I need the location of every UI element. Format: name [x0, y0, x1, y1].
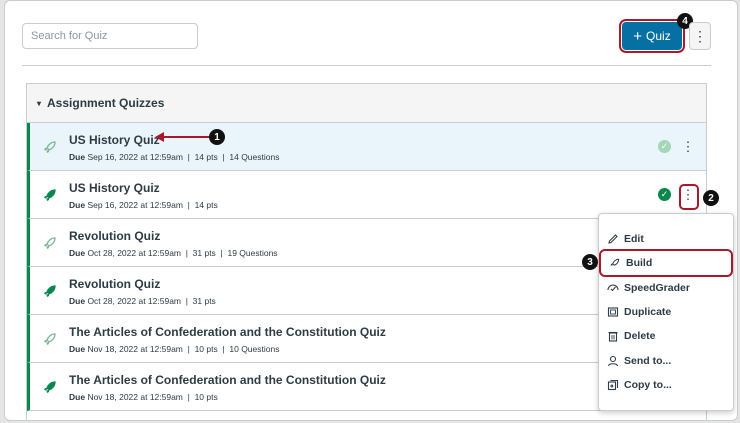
published-icon[interactable]: ✓	[658, 188, 671, 201]
menu-item-edit[interactable]: Edit	[599, 227, 733, 251]
menu-item-label: Send to...	[624, 354, 672, 367]
quiz-title[interactable]: The Articles of Confederation and the Co…	[69, 373, 386, 387]
callout-2: 2	[703, 190, 719, 206]
kebab-icon: ⋮	[693, 27, 707, 44]
rocket-icon	[609, 257, 621, 269]
quiz-meta: Due Nov 18, 2022 at 12:59am | 10 pts	[69, 392, 218, 402]
divider	[22, 65, 711, 66]
quiz-row[interactable]: US History Quiz Due Sep 16, 2022 at 12:5…	[27, 171, 706, 219]
quiz-meta: Due Sep 16, 2022 at 12:59am | 14 pts | 1…	[69, 152, 280, 162]
quiz-options-menu: Edit Build SpeedGrader Duplicate Delete Send …	[598, 213, 734, 411]
menu-item-label: Duplicate	[624, 305, 672, 318]
quiz-meta: Due Sep 16, 2022 at 12:59am | 14 pts	[69, 200, 218, 210]
unpublished-icon[interactable]: ✓	[658, 140, 671, 153]
menu-item-duplicate[interactable]: Duplicate	[599, 300, 733, 324]
speedgrader-icon	[607, 282, 619, 294]
rocket-icon	[44, 237, 56, 249]
add-quiz-button[interactable]: + Quiz	[619, 19, 685, 53]
quiz-title[interactable]: US History Quiz	[69, 181, 160, 195]
menu-item-label: SpeedGrader	[624, 281, 690, 294]
plus-icon: +	[633, 27, 643, 45]
menu-item-speedgrader[interactable]: SpeedGrader	[599, 276, 733, 300]
menu-item-label: Build	[626, 257, 653, 270]
callout-arrow	[155, 132, 211, 142]
rocket-icon	[44, 285, 56, 297]
rocket-icon	[44, 381, 56, 393]
caret-down-icon: ▾	[37, 98, 42, 108]
callout-1: 1	[209, 129, 225, 145]
quiz-meta: Due Oct 28, 2022 at 12:59am | 31 pts | 1…	[69, 248, 278, 258]
trash-icon	[607, 330, 619, 342]
group-title: Assignment Quizzes	[47, 96, 165, 110]
duplicate-icon	[607, 306, 619, 318]
menu-item-build[interactable]: Build	[599, 249, 733, 278]
group-header[interactable]: ▾ Assignment Quizzes	[27, 84, 706, 123]
quiz-row[interactable]: US History Quiz Due Sep 16, 2022 at 12:5…	[27, 123, 706, 171]
callout-3: 3	[582, 254, 598, 270]
menu-item-copy-to[interactable]: Copy to...	[599, 373, 733, 397]
search-quiz-input[interactable]	[22, 23, 198, 49]
menu-item-send-to[interactable]: Send to...	[599, 349, 733, 373]
menu-item-label: Edit	[624, 233, 644, 245]
quiz-title[interactable]: Revolution Quiz	[69, 277, 160, 291]
row-options-highlight[interactable]	[679, 184, 699, 210]
copy-icon	[607, 379, 619, 391]
quizzes-page: + Quiz 4 ⋮ ▾ Assignment Quizzes US Histo…	[4, 0, 738, 421]
pencil-icon	[607, 233, 619, 245]
rocket-icon	[44, 141, 56, 153]
quiz-title[interactable]: Revolution Quiz	[69, 229, 160, 243]
kebab-icon[interactable]: ⋮	[680, 137, 696, 157]
rocket-icon	[44, 333, 56, 345]
menu-item-delete[interactable]: Delete	[599, 324, 733, 348]
rocket-icon	[44, 189, 56, 201]
quiz-title[interactable]: US History Quiz	[69, 133, 160, 147]
quiz-title[interactable]: The Articles of Confederation and the Co…	[69, 325, 386, 339]
quiz-meta: Due Oct 28, 2022 at 12:59am | 31 pts	[69, 296, 216, 306]
menu-item-label: Delete	[624, 330, 656, 343]
menu-item-label: Copy to...	[624, 378, 672, 391]
add-quiz-label: Quiz	[646, 29, 671, 43]
quiz-meta: Due Nov 18, 2022 at 12:59am | 10 pts | 1…	[69, 344, 280, 354]
user-icon	[607, 355, 619, 367]
page-options-button[interactable]: ⋮	[689, 22, 711, 50]
